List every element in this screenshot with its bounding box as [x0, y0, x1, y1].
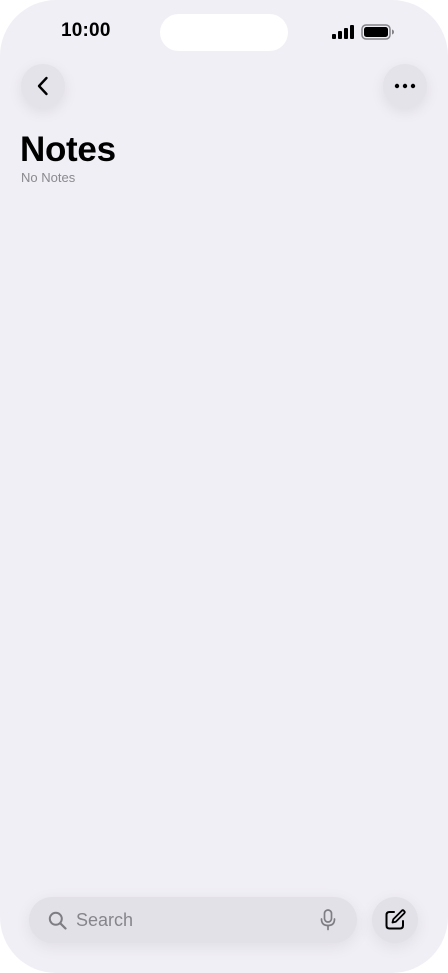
compose-note-button[interactable] [372, 897, 418, 943]
search-bar[interactable] [29, 897, 357, 943]
status-time: 10:00 [61, 20, 111, 41]
search-icon [48, 911, 67, 930]
more-options-button[interactable] [383, 64, 427, 108]
chevron-left-icon [37, 76, 48, 96]
back-button[interactable] [21, 64, 65, 108]
compose-icon [385, 909, 406, 930]
notes-count-label: No Notes [21, 170, 76, 185]
page-title: Notes [20, 130, 116, 169]
ellipsis-icon [394, 83, 416, 89]
microphone-icon[interactable] [319, 909, 337, 931]
cellular-signal-icon [332, 25, 354, 39]
battery-full-icon [361, 24, 394, 40]
dynamic-island [160, 14, 288, 51]
phone-screen: 10:00 Notes No Notes [0, 0, 448, 973]
search-input[interactable] [76, 909, 296, 931]
